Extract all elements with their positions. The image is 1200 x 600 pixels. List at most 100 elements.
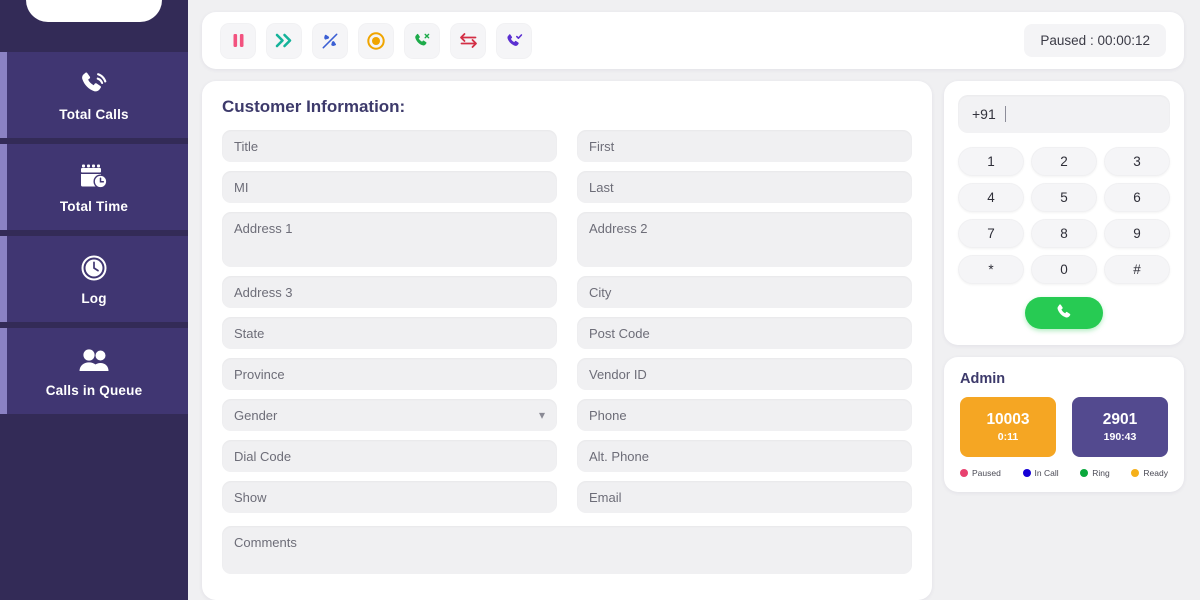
dial-number-value: +91 bbox=[972, 106, 996, 122]
panel-title: Customer Information: bbox=[222, 97, 406, 116]
title-field[interactable]: Title bbox=[222, 130, 557, 162]
legend-item-in-call: In Call bbox=[1022, 468, 1059, 478]
legend-label: Paused bbox=[972, 468, 1001, 478]
body-row: Customer Information: Title First MI Las… bbox=[202, 81, 1184, 600]
pause-icon bbox=[230, 32, 247, 49]
gender-select[interactable]: Gender ▾ bbox=[222, 399, 557, 431]
status-dot bbox=[1022, 469, 1031, 477]
text-caret bbox=[1004, 106, 1006, 122]
keypad-key-3[interactable]: 3 bbox=[1104, 147, 1170, 176]
sidebar-nav: Total Calls Total Time Log Calls in Queu… bbox=[0, 52, 188, 420]
call-control-toolbar: Paused : 00:00:12 bbox=[202, 12, 1184, 69]
agent-time: 190:43 bbox=[1103, 431, 1137, 443]
status-dot bbox=[1131, 469, 1140, 477]
legend-label: Ring bbox=[1092, 468, 1110, 478]
phone-x-icon bbox=[413, 32, 431, 50]
sidebar-item-log[interactable]: Log bbox=[0, 236, 188, 322]
keypad-key-1[interactable]: 1 bbox=[958, 147, 1024, 176]
keypad-key-7[interactable]: 7 bbox=[958, 219, 1024, 248]
keypad-key-star[interactable]: * bbox=[958, 255, 1024, 284]
dialpad-panel: +91 1 2 3 4 5 6 7 8 9 * 0 # bbox=[944, 81, 1184, 345]
logo-chip bbox=[26, 0, 162, 22]
admin-panel: Admin 10003 0:11 2901 190:43 Paused In C… bbox=[944, 357, 1184, 492]
users-icon bbox=[77, 344, 111, 376]
sidebar: Total Calls Total Time Log Calls in Queu… bbox=[0, 0, 188, 600]
alt-phone-field[interactable]: Alt. Phone bbox=[577, 440, 912, 472]
calendar-clock-icon bbox=[77, 160, 111, 192]
end-call-button[interactable] bbox=[404, 22, 440, 59]
hold-call-button[interactable] bbox=[312, 22, 348, 59]
status-dot bbox=[1080, 469, 1089, 477]
call-center-app: Total Calls Total Time Log Calls in Queu… bbox=[0, 0, 1200, 600]
answer-call-button[interactable] bbox=[496, 22, 532, 59]
legend-label: Ready bbox=[1143, 468, 1168, 478]
sidebar-item-calls-in-queue[interactable]: Calls in Queue bbox=[0, 328, 188, 414]
sidebar-item-label: Log bbox=[81, 291, 107, 306]
sidebar-item-total-calls[interactable]: Total Calls bbox=[0, 52, 188, 138]
status-legend: Paused In Call Ring Ready bbox=[960, 468, 1168, 478]
keypad: 1 2 3 4 5 6 7 8 9 * 0 # bbox=[958, 147, 1170, 284]
record-circle-icon bbox=[367, 31, 385, 50]
phone-signal-icon bbox=[77, 68, 111, 100]
province-field[interactable]: Province bbox=[222, 358, 557, 390]
keypad-key-6[interactable]: 6 bbox=[1104, 183, 1170, 212]
city-field[interactable]: City bbox=[577, 276, 912, 308]
record-button[interactable] bbox=[358, 22, 394, 59]
state-field[interactable]: State bbox=[222, 317, 557, 349]
keypad-key-hash[interactable]: # bbox=[1104, 255, 1170, 284]
phone-field[interactable]: Phone bbox=[577, 399, 912, 431]
agent-id: 2901 bbox=[1102, 411, 1138, 428]
call-status-badge: Paused : 00:00:12 bbox=[1024, 24, 1166, 57]
agent-card[interactable]: 2901 190:43 bbox=[1072, 397, 1168, 457]
legend-item-ready: Ready bbox=[1131, 468, 1168, 478]
keypad-key-5[interactable]: 5 bbox=[1031, 183, 1097, 212]
keypad-key-0[interactable]: 0 bbox=[1031, 255, 1097, 284]
forward-button[interactable] bbox=[266, 22, 302, 59]
status-dot bbox=[960, 469, 968, 477]
legend-item-ring: Ring bbox=[1080, 468, 1110, 478]
email-field[interactable]: Email bbox=[577, 481, 912, 513]
vendor-id-field[interactable]: Vendor ID bbox=[577, 358, 912, 390]
keypad-key-4[interactable]: 4 bbox=[958, 183, 1024, 212]
call-button[interactable] bbox=[1025, 297, 1103, 329]
chevron-down-icon: ▾ bbox=[538, 408, 545, 422]
double-chevron-right-icon bbox=[275, 32, 294, 49]
agent-id: 10003 bbox=[986, 411, 1030, 428]
dial-number-input[interactable]: +91 bbox=[958, 95, 1170, 133]
pause-button[interactable] bbox=[220, 22, 256, 59]
customer-information-panel: Customer Information: Title First MI Las… bbox=[202, 81, 932, 600]
address-1-field[interactable]: Address 1 bbox=[222, 212, 557, 267]
phone-slash-icon bbox=[321, 32, 339, 50]
sidebar-item-label: Total Time bbox=[59, 199, 129, 214]
last-name-field[interactable]: Last bbox=[577, 171, 912, 203]
dial-code-field[interactable]: Dial Code bbox=[222, 440, 557, 472]
show-field[interactable]: Show bbox=[222, 481, 557, 513]
main-content: Paused : 00:00:12 Customer Information: … bbox=[188, 0, 1200, 600]
sidebar-item-label: Total Calls bbox=[59, 107, 129, 122]
agent-card[interactable]: 10003 0:11 bbox=[960, 397, 1056, 457]
right-column: +91 1 2 3 4 5 6 7 8 9 * 0 # Admin 10003 … bbox=[944, 81, 1184, 600]
admin-title: Admin bbox=[960, 371, 1006, 387]
legend-item-paused: Paused bbox=[960, 468, 1001, 478]
agent-list: 10003 0:11 2901 190:43 bbox=[960, 397, 1168, 457]
first-name-field[interactable]: First bbox=[577, 130, 912, 162]
swap-arrows-icon bbox=[459, 32, 478, 49]
transfer-button[interactable] bbox=[450, 22, 486, 59]
legend-label: In Call bbox=[1034, 468, 1059, 478]
address-3-field[interactable]: Address 3 bbox=[222, 276, 557, 308]
clock-icon bbox=[77, 252, 111, 284]
keypad-key-8[interactable]: 8 bbox=[1031, 219, 1097, 248]
phone-check-icon bbox=[505, 32, 523, 50]
phone-icon bbox=[1055, 303, 1073, 324]
post-code-field[interactable]: Post Code bbox=[577, 317, 912, 349]
sidebar-item-total-time[interactable]: Total Time bbox=[0, 144, 188, 230]
agent-time: 0:11 bbox=[997, 431, 1019, 443]
keypad-key-9[interactable]: 9 bbox=[1104, 219, 1170, 248]
address-2-field[interactable]: Address 2 bbox=[577, 212, 912, 267]
sidebar-item-label: Calls in Queue bbox=[45, 383, 143, 398]
gender-select-label: Gender bbox=[234, 407, 278, 423]
middle-initial-field[interactable]: MI bbox=[222, 171, 557, 203]
keypad-key-2[interactable]: 2 bbox=[1031, 147, 1097, 176]
customer-form-grid: Title First MI Last Address 1 Address 2 … bbox=[222, 130, 912, 574]
comments-field[interactable]: Comments bbox=[222, 526, 912, 574]
